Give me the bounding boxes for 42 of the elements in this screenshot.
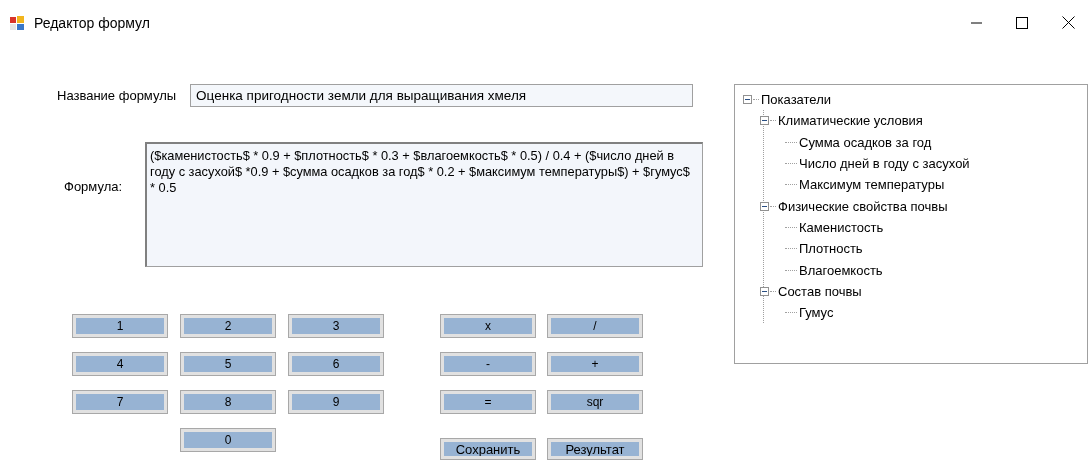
tree-item[interactable]: Максимум температуры [799, 177, 945, 193]
operator-key[interactable]: = [440, 390, 536, 414]
tree-item[interactable]: Каменистость [799, 219, 884, 235]
operator-key[interactable]: sqr [547, 390, 643, 414]
window-title: Редактор формул [34, 14, 150, 31]
tree-item[interactable]: Число дней в году с засухой [799, 156, 970, 172]
action-button[interactable]: Результат [547, 438, 643, 460]
collapse-icon[interactable] [760, 116, 769, 126]
digit-key[interactable]: 0 [180, 428, 276, 452]
digit-key[interactable]: 5 [180, 352, 276, 376]
tree-item[interactable]: Состав почвы [778, 283, 862, 299]
operator-key[interactable]: + [547, 352, 643, 376]
tree-item[interactable]: Показатели [761, 92, 831, 108]
digit-key[interactable]: 9 [288, 390, 384, 414]
digit-key[interactable]: 2 [180, 314, 276, 338]
tree-item[interactable]: Плотность [799, 241, 863, 257]
tree-item[interactable]: Сумма осадков за год [799, 134, 932, 150]
operator-key[interactable]: - [440, 352, 536, 376]
tree-item[interactable]: Физические свойства почвы [778, 198, 948, 214]
digit-key[interactable]: 8 [180, 390, 276, 414]
close-icon[interactable] [1061, 16, 1075, 29]
digit-key[interactable]: 3 [288, 314, 384, 338]
tree-item[interactable]: Гумус [799, 305, 834, 321]
app-icon [9, 14, 25, 31]
tree-item[interactable]: Влагоемкость [799, 262, 883, 278]
formula-field[interactable]: ($каменистость$ * 0.9 + $плотность$ * 0.3 + $влагоемкость$ * 0.5) / 0.4 + ($число дней в году с засухой$ *0.9 + $сумма осадков за год$ * 0.2 + $максимум температуры$) + $гумус$ * 0.5 [145, 142, 703, 267]
operator-key[interactable]: x [440, 314, 536, 338]
action-button[interactable]: Сохранить [440, 438, 536, 460]
collapse-icon[interactable] [760, 201, 769, 211]
maximize-icon[interactable] [1016, 16, 1028, 29]
minimize-icon[interactable] [970, 21, 982, 24]
field-label: Название формулы [57, 88, 177, 103]
formula-name-field[interactable]: Оценка пригодности земли для выращивания хмеля [190, 84, 694, 107]
digit-key[interactable]: 7 [72, 390, 168, 414]
field-label: Формула: [64, 179, 124, 196]
collapse-icon[interactable] [760, 286, 769, 296]
tree-item[interactable]: Климатические условия [778, 113, 923, 129]
operator-key[interactable]: / [547, 314, 643, 338]
digit-key[interactable]: 6 [288, 352, 384, 376]
digit-key[interactable]: 1 [72, 314, 168, 338]
digit-key[interactable]: 4 [72, 352, 168, 376]
collapse-icon[interactable] [743, 95, 752, 105]
